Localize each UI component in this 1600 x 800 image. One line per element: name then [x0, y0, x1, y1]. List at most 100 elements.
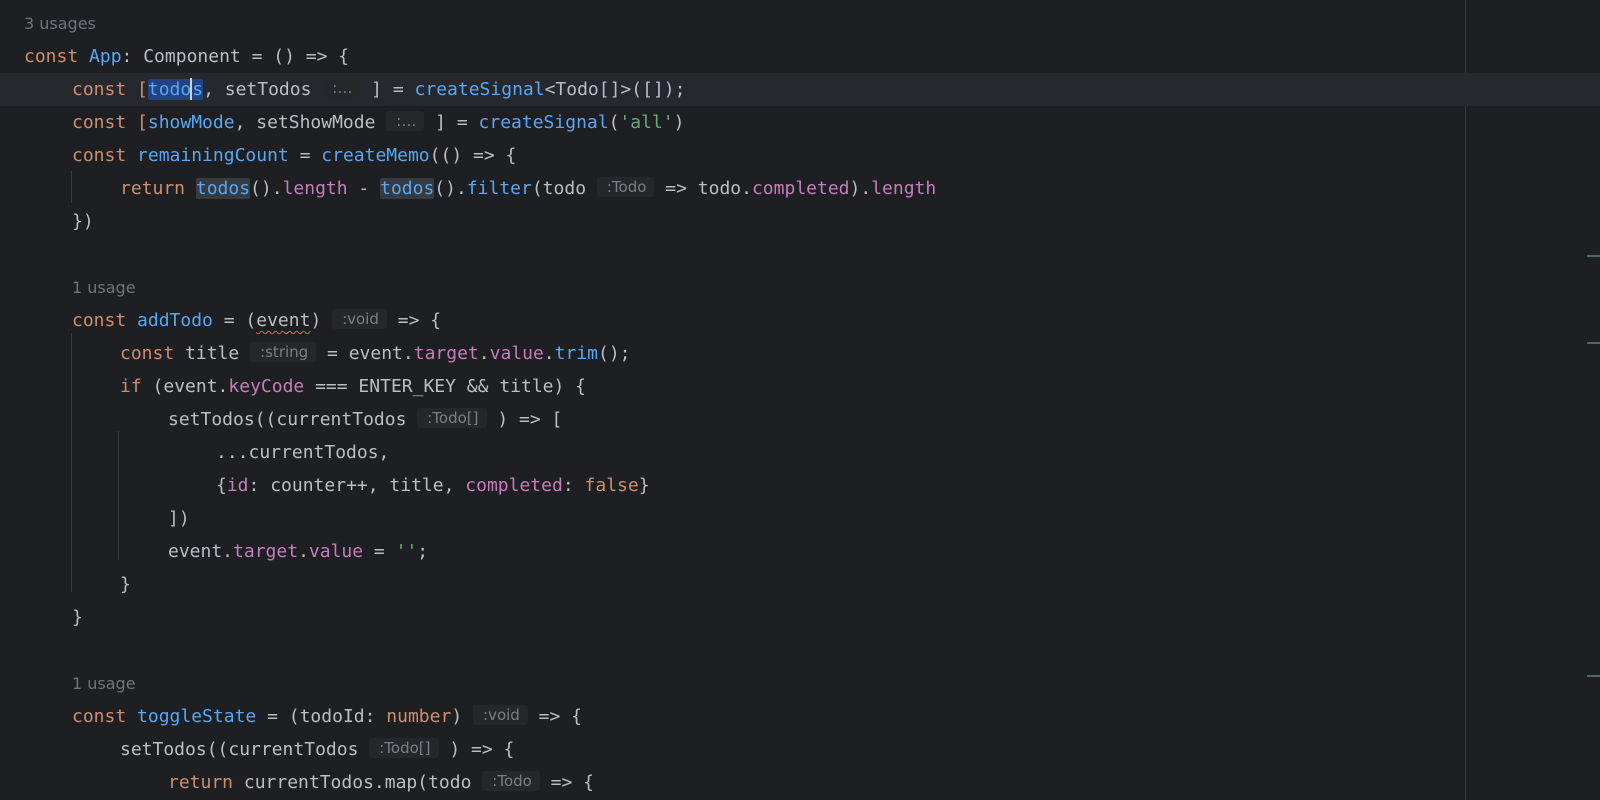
type-keyword: number	[386, 706, 452, 727]
code-line: 1 usage	[0, 667, 1600, 700]
function-call: createSignal	[478, 112, 609, 133]
code-line: const App: Component = () => {	[0, 40, 1600, 73]
code-text: {	[216, 475, 227, 496]
string-literal: 'all'	[619, 112, 674, 133]
code-text: (todo	[531, 178, 597, 199]
return-type-hint[interactable]: :void	[473, 705, 528, 725]
code-line: setTodos((currentTodos :Todo[] ) => {	[0, 733, 1600, 766]
code-line: const title :string = event.target.value…	[0, 337, 1600, 370]
code-text: : Component = () => {	[121, 46, 350, 67]
variable: addTodo	[137, 310, 213, 331]
code-text: (	[608, 112, 620, 133]
code-text: , setShowMode	[234, 112, 387, 133]
keyword: const	[72, 706, 138, 727]
property: completed	[465, 475, 563, 496]
code-text: : counter++, title,	[248, 475, 466, 496]
type-hint[interactable]: :Todo	[482, 771, 540, 791]
variable: toggleState	[137, 706, 257, 727]
type-hint[interactable]: :string	[250, 342, 317, 362]
code-text: )	[673, 112, 685, 133]
function-call: filter	[466, 178, 532, 199]
code-text: =	[288, 145, 322, 166]
code-line: const [showMode, setShowMode :… ] = crea…	[0, 106, 1600, 139]
property: target	[413, 343, 479, 364]
highlighted-usage[interactable]: todos	[195, 178, 251, 199]
code-text: currentTodos.map(todo	[243, 772, 483, 793]
code-text: =	[363, 541, 396, 562]
property: id	[226, 475, 249, 496]
code-text: (() => {	[429, 145, 517, 166]
code-line: return currentTodos.map(todo :Todo => {	[0, 766, 1600, 799]
variable: remainingCount	[137, 145, 289, 166]
keyword: const [	[72, 79, 148, 100]
code-text: -	[347, 178, 381, 199]
property: target	[233, 541, 299, 562]
code-text: (event.	[141, 376, 229, 397]
usages-hint[interactable]: 1 usage	[72, 271, 136, 304]
variable: showMode	[147, 112, 235, 133]
code-text: ] =	[424, 112, 479, 133]
selected-identifier[interactable]: todos	[147, 78, 204, 100]
code-text: = (	[212, 310, 257, 331]
code-line: })	[0, 205, 1600, 238]
function-call: createMemo	[321, 145, 430, 166]
highlighted-usage[interactable]: todos	[380, 178, 435, 199]
function-call: createSignal	[414, 79, 545, 100]
code-text: :	[562, 475, 585, 496]
code-text: ();	[598, 343, 631, 364]
keyword: const	[72, 145, 138, 166]
type-hint[interactable]: :Todo[]	[417, 408, 487, 428]
code-text: = event.	[316, 343, 414, 364]
code-text: => {	[386, 310, 442, 331]
code-text: , setTodos	[203, 79, 323, 100]
type-hint[interactable]: :Todo[]	[369, 738, 439, 758]
code-text: ;	[417, 541, 429, 562]
code-line: if (event.keyCode === ENTER_KEY && title…	[0, 370, 1600, 403]
code-line: }	[0, 601, 1600, 634]
code-line: event.target.value = '';	[0, 535, 1600, 568]
code-area[interactable]: 3 usages const App: Component = () => { …	[0, 7, 1600, 799]
code-text: event.	[168, 541, 234, 562]
code-text: )	[451, 706, 474, 727]
keyword: return	[168, 772, 244, 793]
property: value	[308, 541, 364, 562]
code-text: title	[185, 343, 251, 364]
type-hint[interactable]: :Todo	[596, 177, 655, 197]
usages-hint[interactable]: 1 usage	[72, 667, 136, 700]
collapsed-hint[interactable]: :…	[322, 78, 361, 98]
code-text: ])	[168, 508, 190, 529]
code-line: }	[0, 568, 1600, 601]
keyword: return	[120, 178, 196, 199]
collapsed-hint[interactable]: :…	[386, 111, 425, 131]
property: keyCode	[228, 376, 305, 397]
usages-hint[interactable]: 3 usages	[24, 7, 96, 40]
string-literal: ''	[395, 541, 418, 562]
code-line: ...currentTodos,	[0, 436, 1600, 469]
code-text: => {	[539, 772, 595, 793]
component-name: App	[89, 46, 122, 67]
code-text: })	[72, 211, 94, 232]
property: completed	[751, 178, 850, 199]
code-line: {id: counter++, title, completed: false}	[0, 469, 1600, 502]
code-text: ).	[849, 178, 872, 199]
code-editor[interactable]: 3 usages const App: Component = () => { …	[0, 0, 1600, 800]
return-type-hint[interactable]: :void	[332, 309, 387, 329]
code-text: .	[298, 541, 309, 562]
code-text: .	[478, 343, 490, 364]
property: length	[871, 178, 937, 199]
keyword: if	[120, 376, 142, 397]
parameter-with-warning[interactable]: event	[256, 310, 310, 331]
code-text: => todo.	[654, 178, 752, 199]
code-line: 1 usage	[0, 271, 1600, 304]
selection-start: todo	[147, 79, 192, 100]
code-text: .	[543, 343, 555, 364]
code-text: ().	[434, 178, 467, 199]
code-text: }	[72, 607, 83, 628]
function-call: trim	[554, 343, 598, 364]
code-text: setTodos((currentTodos	[120, 739, 370, 760]
keyword: const [	[72, 112, 148, 133]
code-text: }	[638, 475, 650, 496]
code-text: <Todo[]>([]);	[544, 79, 686, 100]
code-line: ])	[0, 502, 1600, 535]
